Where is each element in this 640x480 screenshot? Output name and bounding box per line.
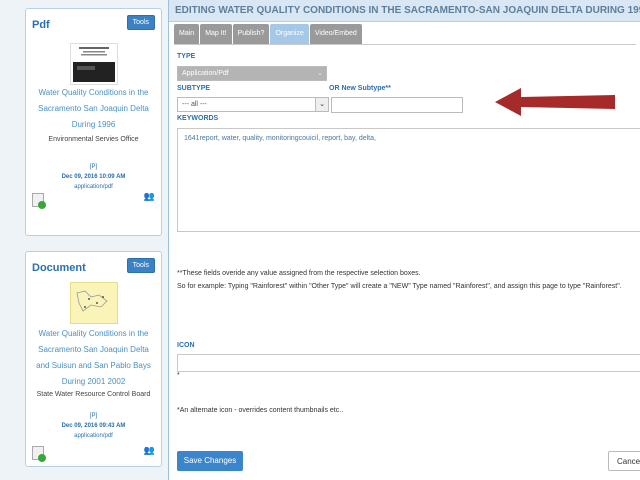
card-title-link[interactable]: Water Quality Conditions in the Sacramen…	[32, 85, 155, 133]
icon-label: ICON	[177, 342, 195, 349]
card-type-label: Pdf	[32, 19, 50, 31]
override-example: So for example: Typing "Rainforest" with…	[177, 283, 622, 290]
save-changes-button[interactable]: Save Changes	[177, 451, 243, 471]
card-type-label: Document	[32, 262, 86, 274]
card-header: Pdf Tools	[26, 9, 161, 37]
card-organization: State Water Resource Control Board	[36, 391, 151, 398]
new-subtype-input[interactable]	[331, 97, 463, 113]
tools-button[interactable]: Tools	[126, 258, 155, 273]
card-tag: [P]	[89, 164, 98, 170]
card-mime: application/pdf	[74, 184, 113, 190]
panel-title: EDITING WATER QUALITY CONDITIONS IN THE …	[169, 0, 640, 22]
icon-note: *An alternate icon - overrides content t…	[177, 407, 344, 414]
content-card-document[interactable]: Document Tools Water Quality Conditions …	[25, 251, 162, 467]
subtype-label: SUBTYPE	[177, 85, 211, 92]
card-date: Dec 09, 2016 10:09 AM	[61, 174, 126, 180]
override-note: **These fields overide any value assigne…	[177, 270, 421, 277]
chevron-down-icon: ⌄	[315, 98, 328, 111]
users-icon[interactable]: 👥	[144, 191, 155, 202]
file-power-icon[interactable]	[32, 193, 46, 209]
cancel-button[interactable]: Cancel	[608, 451, 640, 471]
chevron-down-icon: ⌄	[317, 70, 323, 77]
keywords-label: KEYWORDS	[177, 115, 219, 122]
tab-divider	[174, 44, 636, 45]
new-subtype-label: OR New Subtype**	[329, 85, 391, 92]
tab-map-it[interactable]: Map It!	[200, 24, 232, 44]
tab-publish[interactable]: Publish?	[232, 24, 270, 44]
tab-bar: Main Map It! Publish? Organize Video/Emb…	[174, 24, 363, 44]
card-meta: [P] Dec 09, 2016 09:43 AM application/pd…	[30, 411, 157, 441]
subtype-select[interactable]: --- all --- ⌄	[177, 97, 329, 112]
tab-video-embed[interactable]: Video/Embed	[309, 24, 362, 44]
edit-panel: EDITING WATER QUALITY CONDITIONS IN THE …	[168, 0, 640, 480]
tab-organize[interactable]: Organize	[270, 24, 309, 44]
keywords-textarea[interactable]: 1641report, water, quality, monitoringco…	[177, 128, 640, 232]
card-tag: [P]	[89, 413, 98, 419]
map-thumbnail[interactable]	[70, 282, 118, 324]
tab-main[interactable]: Main	[174, 24, 200, 44]
subtype-select-value: --- all ---	[182, 101, 207, 108]
content-card-pdf[interactable]: Pdf Tools Water Quality Conditions in th…	[25, 8, 162, 236]
type-select[interactable]: Application/Pdf ⌄	[177, 66, 327, 81]
users-icon[interactable]: 👥	[144, 445, 155, 456]
card-title-link[interactable]: Water Quality Conditions in the Sacramen…	[32, 326, 155, 390]
icon-input[interactable]	[177, 354, 640, 372]
card-header: Document Tools	[26, 252, 161, 280]
card-mime: application/pdf	[74, 433, 113, 439]
card-date: Dec 09, 2016 09:43 AM	[61, 423, 126, 429]
card-meta: [P] Dec 09, 2016 10:09 AM application/pd…	[30, 162, 157, 192]
file-power-icon[interactable]	[32, 446, 46, 462]
type-select-value: Application/Pdf	[182, 70, 229, 77]
icon-required-mark: *	[177, 372, 180, 379]
type-label: TYPE	[177, 53, 196, 60]
tools-button[interactable]: Tools	[126, 15, 155, 30]
red-arrow-annotation	[495, 88, 615, 116]
card-organization: Environmental Servies Office	[48, 136, 139, 143]
document-thumbnail[interactable]	[70, 43, 118, 85]
